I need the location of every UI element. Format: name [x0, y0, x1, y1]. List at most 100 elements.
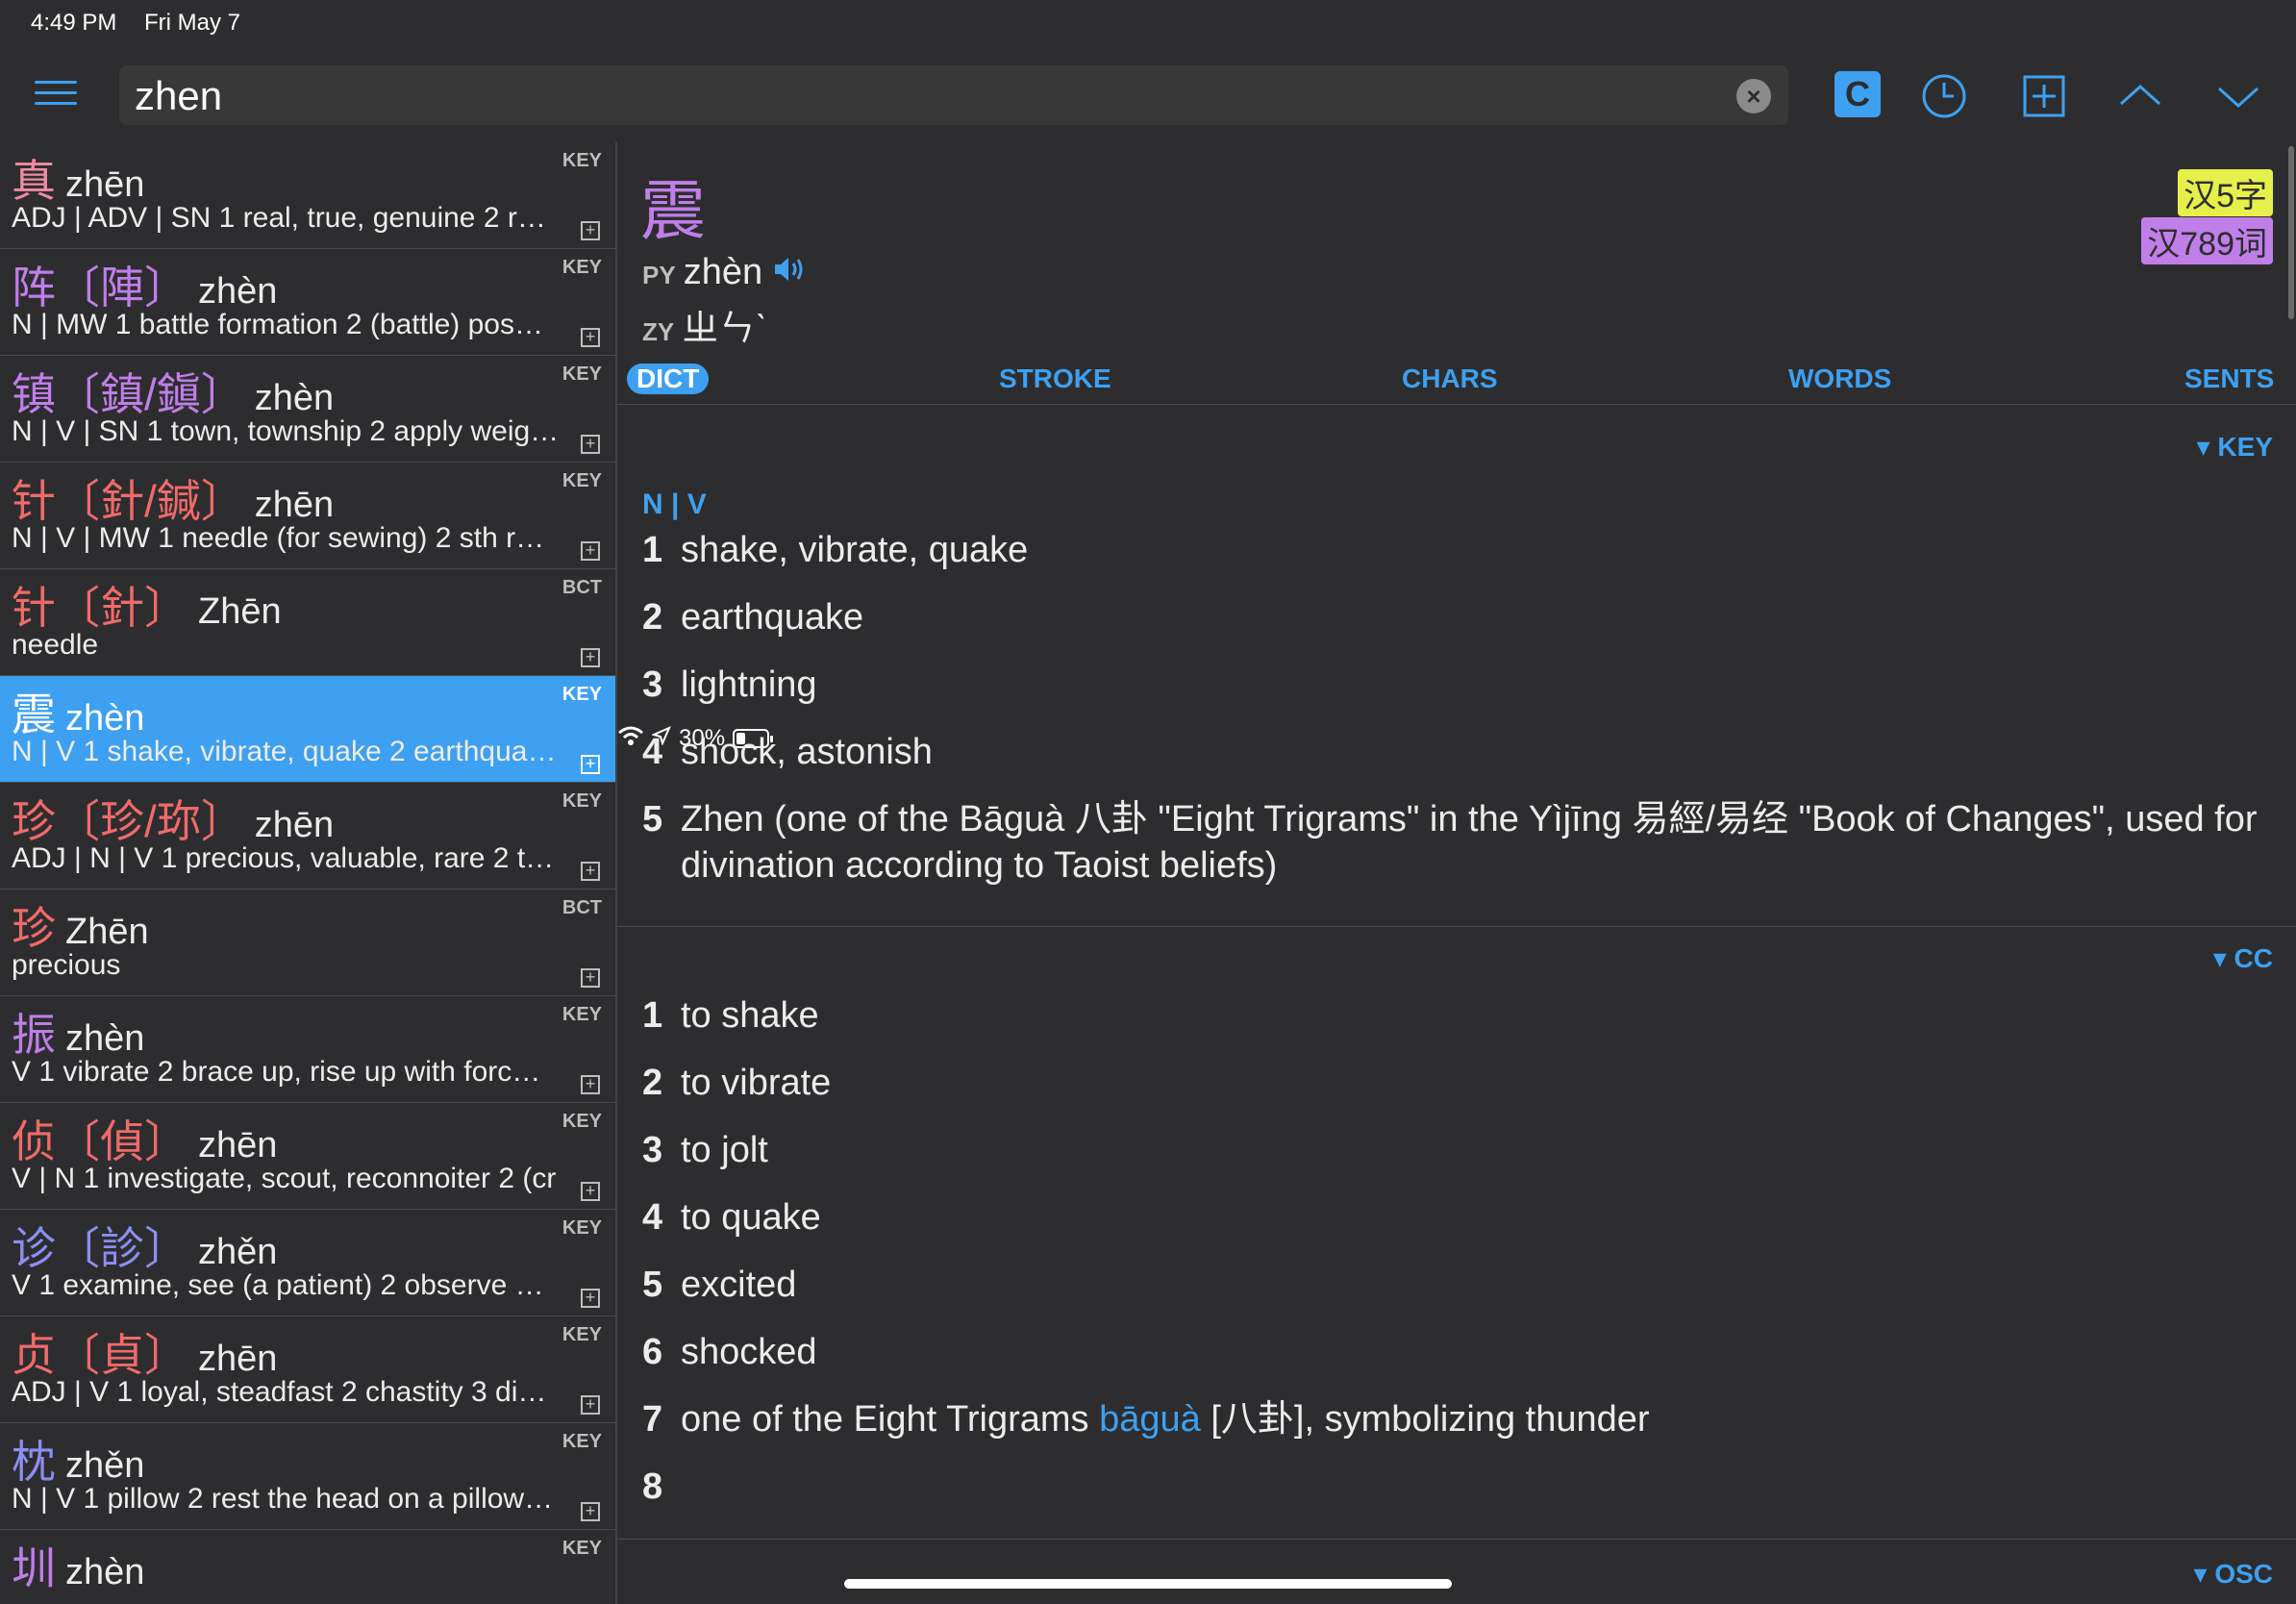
list-item[interactable]: 贞〔貞〕 zhēn ADJ | V 1 loyal, steadfast 2 cha…: [0, 1316, 615, 1423]
key-section-header[interactable]: ▾ KEY: [2197, 431, 2273, 463]
add-entry-button[interactable]: +: [581, 435, 600, 454]
osc-section-header[interactable]: ▾ OSC: [2193, 1558, 2273, 1590]
entry-pinyin: Zhēn: [198, 591, 282, 632]
entry-tag: KEY: [562, 257, 602, 278]
entry-tag: KEY: [562, 470, 602, 491]
add-entry-button[interactable]: +: [581, 862, 600, 881]
entry-tag: KEY: [562, 363, 602, 385]
add-entry-button[interactable]: +: [581, 755, 600, 774]
sense-number: 4: [642, 1197, 663, 1238]
detail-panel: 震 PY zhèn ZY ㄓㄣˋ 汉5字 汉789词 DICT STROKE CHA…: [617, 142, 2296, 1604]
cc-section-header[interactable]: ▾ CC: [2213, 942, 2273, 974]
entry-headword: 镇〔鎮/鎭〕 zhèn: [12, 360, 334, 423]
detail-tabs: DICT STROKE CHARS WORDS SENTS: [617, 354, 2296, 405]
hsk-word-badge[interactable]: 汉789词: [2141, 217, 2273, 264]
add-entry-button[interactable]: +: [581, 1075, 600, 1094]
add-entry-button[interactable]: +: [581, 1182, 600, 1201]
entry-headword: 珍〔珍/珎〕 zhēn: [12, 787, 334, 850]
speaker-icon[interactable]: [773, 252, 808, 292]
entry-pinyin: zhěn: [65, 1445, 145, 1486]
sense-item: 3 lightning: [642, 662, 2267, 708]
results-list: 真 zhēn ADJ | ADV | SN 1 real, true, genuin…: [0, 142, 617, 1604]
add-entry-button[interactable]: +: [581, 1289, 600, 1308]
list-item[interactable]: 振 zhèn V 1 vibrate 2 brace up, rise up wit…: [0, 996, 615, 1103]
entry-character: 枕: [12, 1437, 56, 1487]
sense-item: 5 excited: [642, 1262, 2267, 1308]
entry-character: 珍: [12, 796, 56, 846]
sense-item: 8: [642, 1464, 2267, 1510]
history-icon[interactable]: [1917, 69, 1971, 123]
entry-character: 珍: [12, 903, 56, 953]
chevron-up-icon[interactable]: [2113, 69, 2167, 123]
section-divider: [617, 1539, 2296, 1540]
entry-definition: ADJ | N | V 1 precious, valuable, rare 2…: [12, 842, 560, 874]
entry-tag: BCT: [562, 897, 602, 918]
sense-item: 2 earthquake: [642, 594, 2267, 640]
entry-character: 贞: [12, 1330, 56, 1380]
list-item[interactable]: 阵〔陣〕 zhèn N | MW 1 battle formation 2 (bat…: [0, 249, 615, 356]
entry-headword: 枕 zhěn: [12, 1427, 144, 1491]
add-to-list-icon[interactable]: [2017, 69, 2071, 123]
sense-item: 1 shake, vibrate, quake: [642, 527, 2267, 573]
entry-character: 镇: [12, 369, 56, 419]
entry-headword: 振 zhèn: [12, 1000, 144, 1064]
home-indicator[interactable]: [844, 1579, 1452, 1589]
entry-definition: N | MW 1 battle formation 2 (battle) pos…: [12, 309, 543, 340]
sense-number: 2: [642, 1063, 663, 1103]
list-item[interactable]: 针〔針/鍼〕 zhēn N | V | MW 1 needle (for sewin…: [0, 463, 615, 569]
tab-stroke[interactable]: STROKE: [999, 363, 1111, 394]
zhuyin-line: ZY ㄓㄣˋ: [642, 298, 767, 351]
hsk-char-badge[interactable]: 汉5字: [2178, 169, 2273, 216]
add-entry-button[interactable]: +: [581, 968, 600, 988]
add-entry-button[interactable]: +: [581, 1502, 600, 1521]
detail-scrollbar[interactable]: [2288, 146, 2294, 319]
entry-traditional: 〔鎮/鎭〕: [56, 369, 245, 419]
list-item[interactable]: 镇〔鎮/鎭〕 zhèn N | V | SN 1 town, township 2 …: [0, 356, 615, 463]
list-item[interactable]: 圳zhènKEY+: [0, 1530, 615, 1604]
bagua-link[interactable]: bāguà: [1099, 1399, 1201, 1440]
add-entry-button[interactable]: +: [581, 328, 600, 347]
tab-chars[interactable]: CHARS: [1402, 363, 1498, 394]
tab-dict[interactable]: DICT: [627, 363, 710, 394]
add-entry-button[interactable]: +: [581, 221, 600, 240]
entry-definition: N | V 1 shake, vibrate, quake 2 earthqua…: [12, 736, 557, 767]
search-input[interactable]: [133, 71, 1713, 121]
chevron-down-icon[interactable]: [2211, 69, 2265, 123]
entry-pinyin: zhēn: [254, 805, 335, 845]
add-entry-button[interactable]: +: [581, 1395, 600, 1415]
sense-text: one of the Eight Trigrams bāguà [八卦], sy…: [681, 1396, 1650, 1442]
entry-pinyin: zhēn: [198, 1339, 278, 1379]
headword-character: 震: [640, 175, 707, 248]
sense-number: 1: [642, 530, 663, 570]
entry-definition: precious: [12, 949, 121, 981]
sense-text: shock, astonish: [681, 732, 933, 772]
entry-definition: N | V 1 pillow 2 rest the head on a pill…: [12, 1483, 554, 1515]
list-item[interactable]: 诊〔診〕 zhěn V 1 examine, see (a patient) 2 o…: [0, 1210, 615, 1316]
list-item[interactable]: 枕 zhěn N | V 1 pillow 2 rest the head on a…: [0, 1423, 615, 1530]
add-entry-button[interactable]: +: [581, 541, 600, 561]
entry-traditional: 〔貞〕: [56, 1330, 188, 1380]
list-item[interactable]: 侦〔偵〕 zhēn V | N 1 investigate, scout, reco…: [0, 1103, 615, 1210]
cantonese-toggle-button[interactable]: C: [1834, 71, 1881, 117]
tab-words[interactable]: WORDS: [1788, 363, 1891, 394]
status-time: 4:49 PM: [31, 10, 117, 36]
sense-text: shake, vibrate, quake: [681, 530, 1029, 570]
sense-number: 5: [642, 1265, 663, 1305]
clear-search-button[interactable]: ×: [1736, 79, 1771, 113]
entry-pinyin: zhēn: [198, 1125, 278, 1165]
list-item[interactable]: 震 zhèn N | V 1 shake, vibrate, quake 2 ear…: [0, 676, 615, 783]
tab-sents[interactable]: SENTS: [2184, 363, 2274, 394]
list-item[interactable]: 珍〔珍/珎〕 zhēn ADJ | N | V 1 precious, valuab…: [0, 783, 615, 890]
sense-item: 1 to shake: [642, 992, 2267, 1039]
entry-headword: 珍 Zhēn: [12, 893, 149, 957]
sense-number: 8: [642, 1466, 663, 1507]
list-item[interactable]: 珍 Zhēn precious BCT +: [0, 890, 615, 996]
entry-traditional: 〔陣〕: [56, 263, 188, 313]
entry-traditional: 〔針〕: [56, 583, 188, 633]
entry-headword: 圳 zhèn: [12, 1534, 144, 1597]
menu-button[interactable]: [35, 81, 77, 110]
list-item[interactable]: 真 zhēn ADJ | ADV | SN 1 real, true, genuin…: [0, 142, 615, 249]
list-item[interactable]: 针〔針〕 Zhēn needle BCT +: [0, 569, 615, 676]
add-entry-button[interactable]: +: [581, 648, 600, 667]
entry-tag: BCT: [562, 577, 602, 598]
